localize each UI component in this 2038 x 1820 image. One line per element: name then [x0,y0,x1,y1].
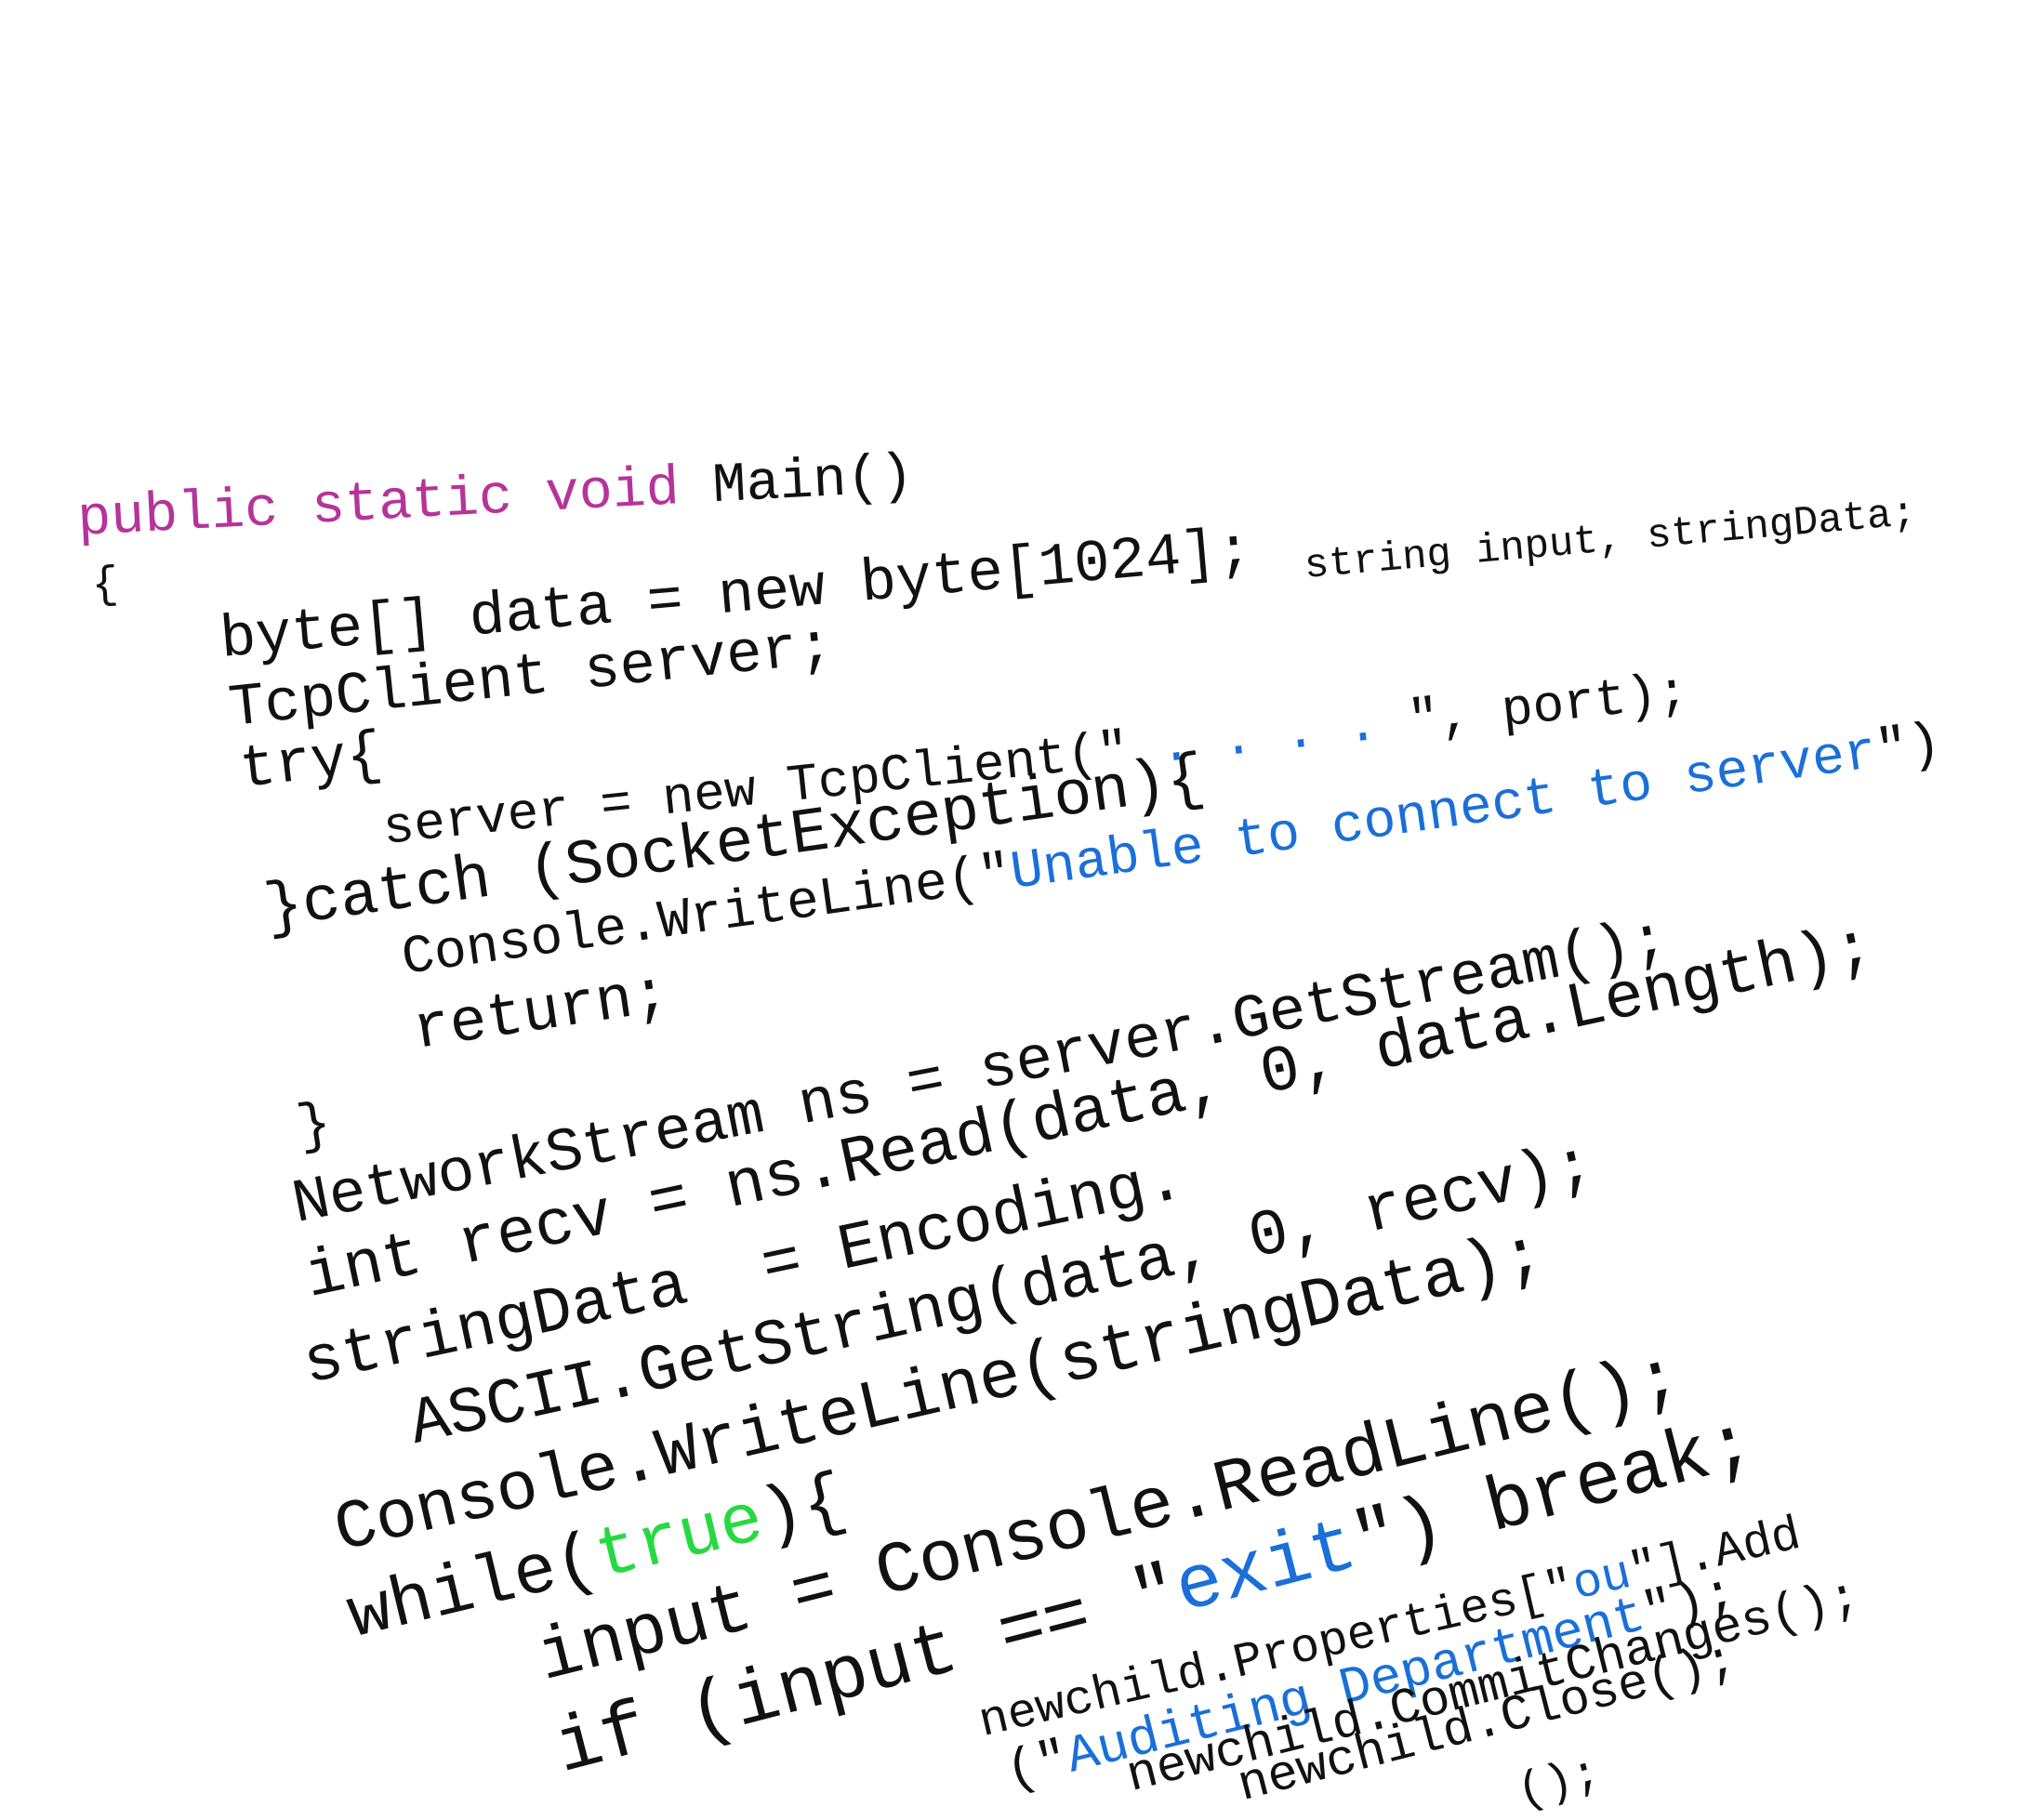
code-token: ", port); [1374,662,1692,755]
code-token: (); [1512,1747,1607,1820]
code-line: public static void Main() [76,445,915,552]
code-token: Main() [710,444,916,520]
code-line: string input, stringData; [1302,490,1918,590]
code-token: } [292,1093,337,1161]
code-token-keyword: public static void [75,455,715,552]
code-line: try{ [236,722,386,805]
code-token: ") [1872,714,1945,784]
code-line: } [293,1093,336,1161]
code-token: { [90,560,120,612]
code-block: public static void Main(){byte[] data = … [0,0,2038,1820]
code-line: { [90,560,120,612]
code-line: (); [1512,1747,1607,1820]
code-token: string input, stringData; [1302,490,1918,590]
